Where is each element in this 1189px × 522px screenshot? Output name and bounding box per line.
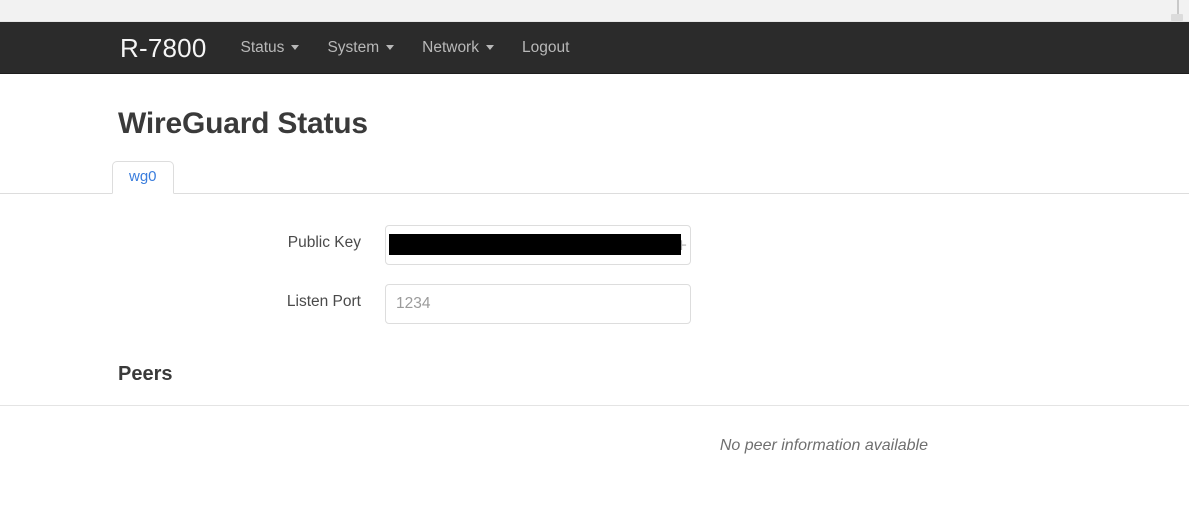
interface-form: Public Key ⊦ Listen Port — [0, 194, 1189, 324]
nav-item-logout-label: Logout — [521, 38, 570, 56]
chevron-down-icon — [485, 45, 494, 50]
peers-section-title: Peers — [118, 363, 173, 385]
public-key-input[interactable] — [385, 225, 691, 265]
navbar-inner: R-7800 Status System Network Logout — [0, 22, 1189, 73]
tab-bar: wg0 — [0, 161, 1189, 194]
nav-item-network[interactable]: Network — [422, 40, 494, 56]
listen-port-label: Listen Port — [286, 293, 361, 310]
window-top-strip — [0, 0, 1189, 22]
nav-item-status[interactable]: Status — [240, 38, 300, 56]
navbar-brand[interactable]: R-7800 — [120, 35, 206, 61]
nav-item-system[interactable]: System — [327, 38, 395, 56]
nav-item-status-label: Status — [240, 38, 285, 56]
chevron-down-icon — [386, 45, 395, 50]
listen-port-input[interactable] — [385, 284, 691, 324]
form-row-listen-port: Listen Port — [0, 284, 1189, 324]
public-key-field-wrapper: ⊦ — [385, 225, 691, 265]
peers-empty-message: No peer information available — [719, 437, 928, 454]
nav-item-network-label: Network — [422, 38, 479, 56]
page-content: WireGuard Status wg0 Public Key ⊦ Listen… — [0, 73, 1189, 455]
nav-item-system-label: System — [327, 38, 380, 56]
nav-item-logout[interactable]: Logout — [522, 40, 569, 56]
public-key-label: Public Key — [287, 234, 361, 251]
top-navbar: R-7800 Status System Network Logout — [0, 22, 1189, 73]
tab-wg0[interactable]: wg0 — [112, 161, 174, 194]
form-row-public-key: Public Key ⊦ — [0, 225, 1189, 265]
chevron-down-icon — [291, 45, 300, 50]
page-title: WireGuard Status — [118, 107, 368, 140]
window-resize-handle-icon[interactable] — [1171, 14, 1183, 21]
